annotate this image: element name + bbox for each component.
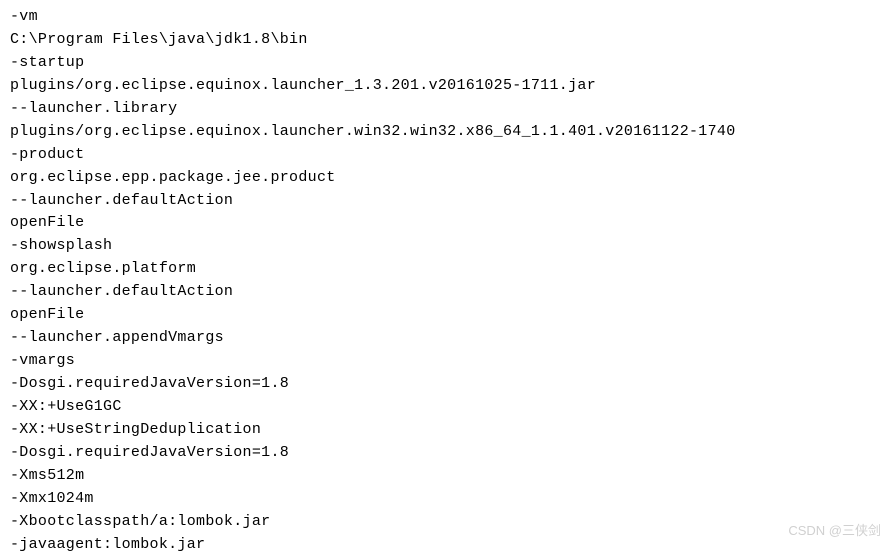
config-line: openFile: [10, 212, 885, 235]
config-line: plugins/org.eclipse.equinox.launcher_1.3…: [10, 75, 885, 98]
config-line: --launcher.appendVmargs: [10, 327, 885, 350]
config-line: -vmargs: [10, 350, 885, 373]
watermark-text: CSDN @三侠剑: [788, 521, 881, 541]
config-line: -Dosgi.requiredJavaVersion=1.8: [10, 373, 885, 396]
config-line: -XX:+UseG1GC: [10, 396, 885, 419]
config-file-content: -vm C:\Program Files\java\jdk1.8\bin -st…: [10, 6, 885, 557]
config-line: plugins/org.eclipse.equinox.launcher.win…: [10, 121, 885, 144]
config-line: -startup: [10, 52, 885, 75]
config-line: -XX:+UseStringDeduplication: [10, 419, 885, 442]
config-line: -javaagent:lombok.jar: [10, 534, 885, 557]
config-line: openFile: [10, 304, 885, 327]
config-line: --launcher.defaultAction: [10, 190, 885, 213]
config-line: -vm: [10, 6, 885, 29]
config-line: C:\Program Files\java\jdk1.8\bin: [10, 29, 885, 52]
config-line: -Xmx1024m: [10, 488, 885, 511]
config-line: --launcher.defaultAction: [10, 281, 885, 304]
config-line: -Dosgi.requiredJavaVersion=1.8: [10, 442, 885, 465]
config-line: -Xms512m: [10, 465, 885, 488]
config-line: --launcher.library: [10, 98, 885, 121]
config-line: org.eclipse.epp.package.jee.product: [10, 167, 885, 190]
config-line: -showsplash: [10, 235, 885, 258]
config-line: org.eclipse.platform: [10, 258, 885, 281]
config-line: -product: [10, 144, 885, 167]
config-line: -Xbootclasspath/a:lombok.jar: [10, 511, 885, 534]
